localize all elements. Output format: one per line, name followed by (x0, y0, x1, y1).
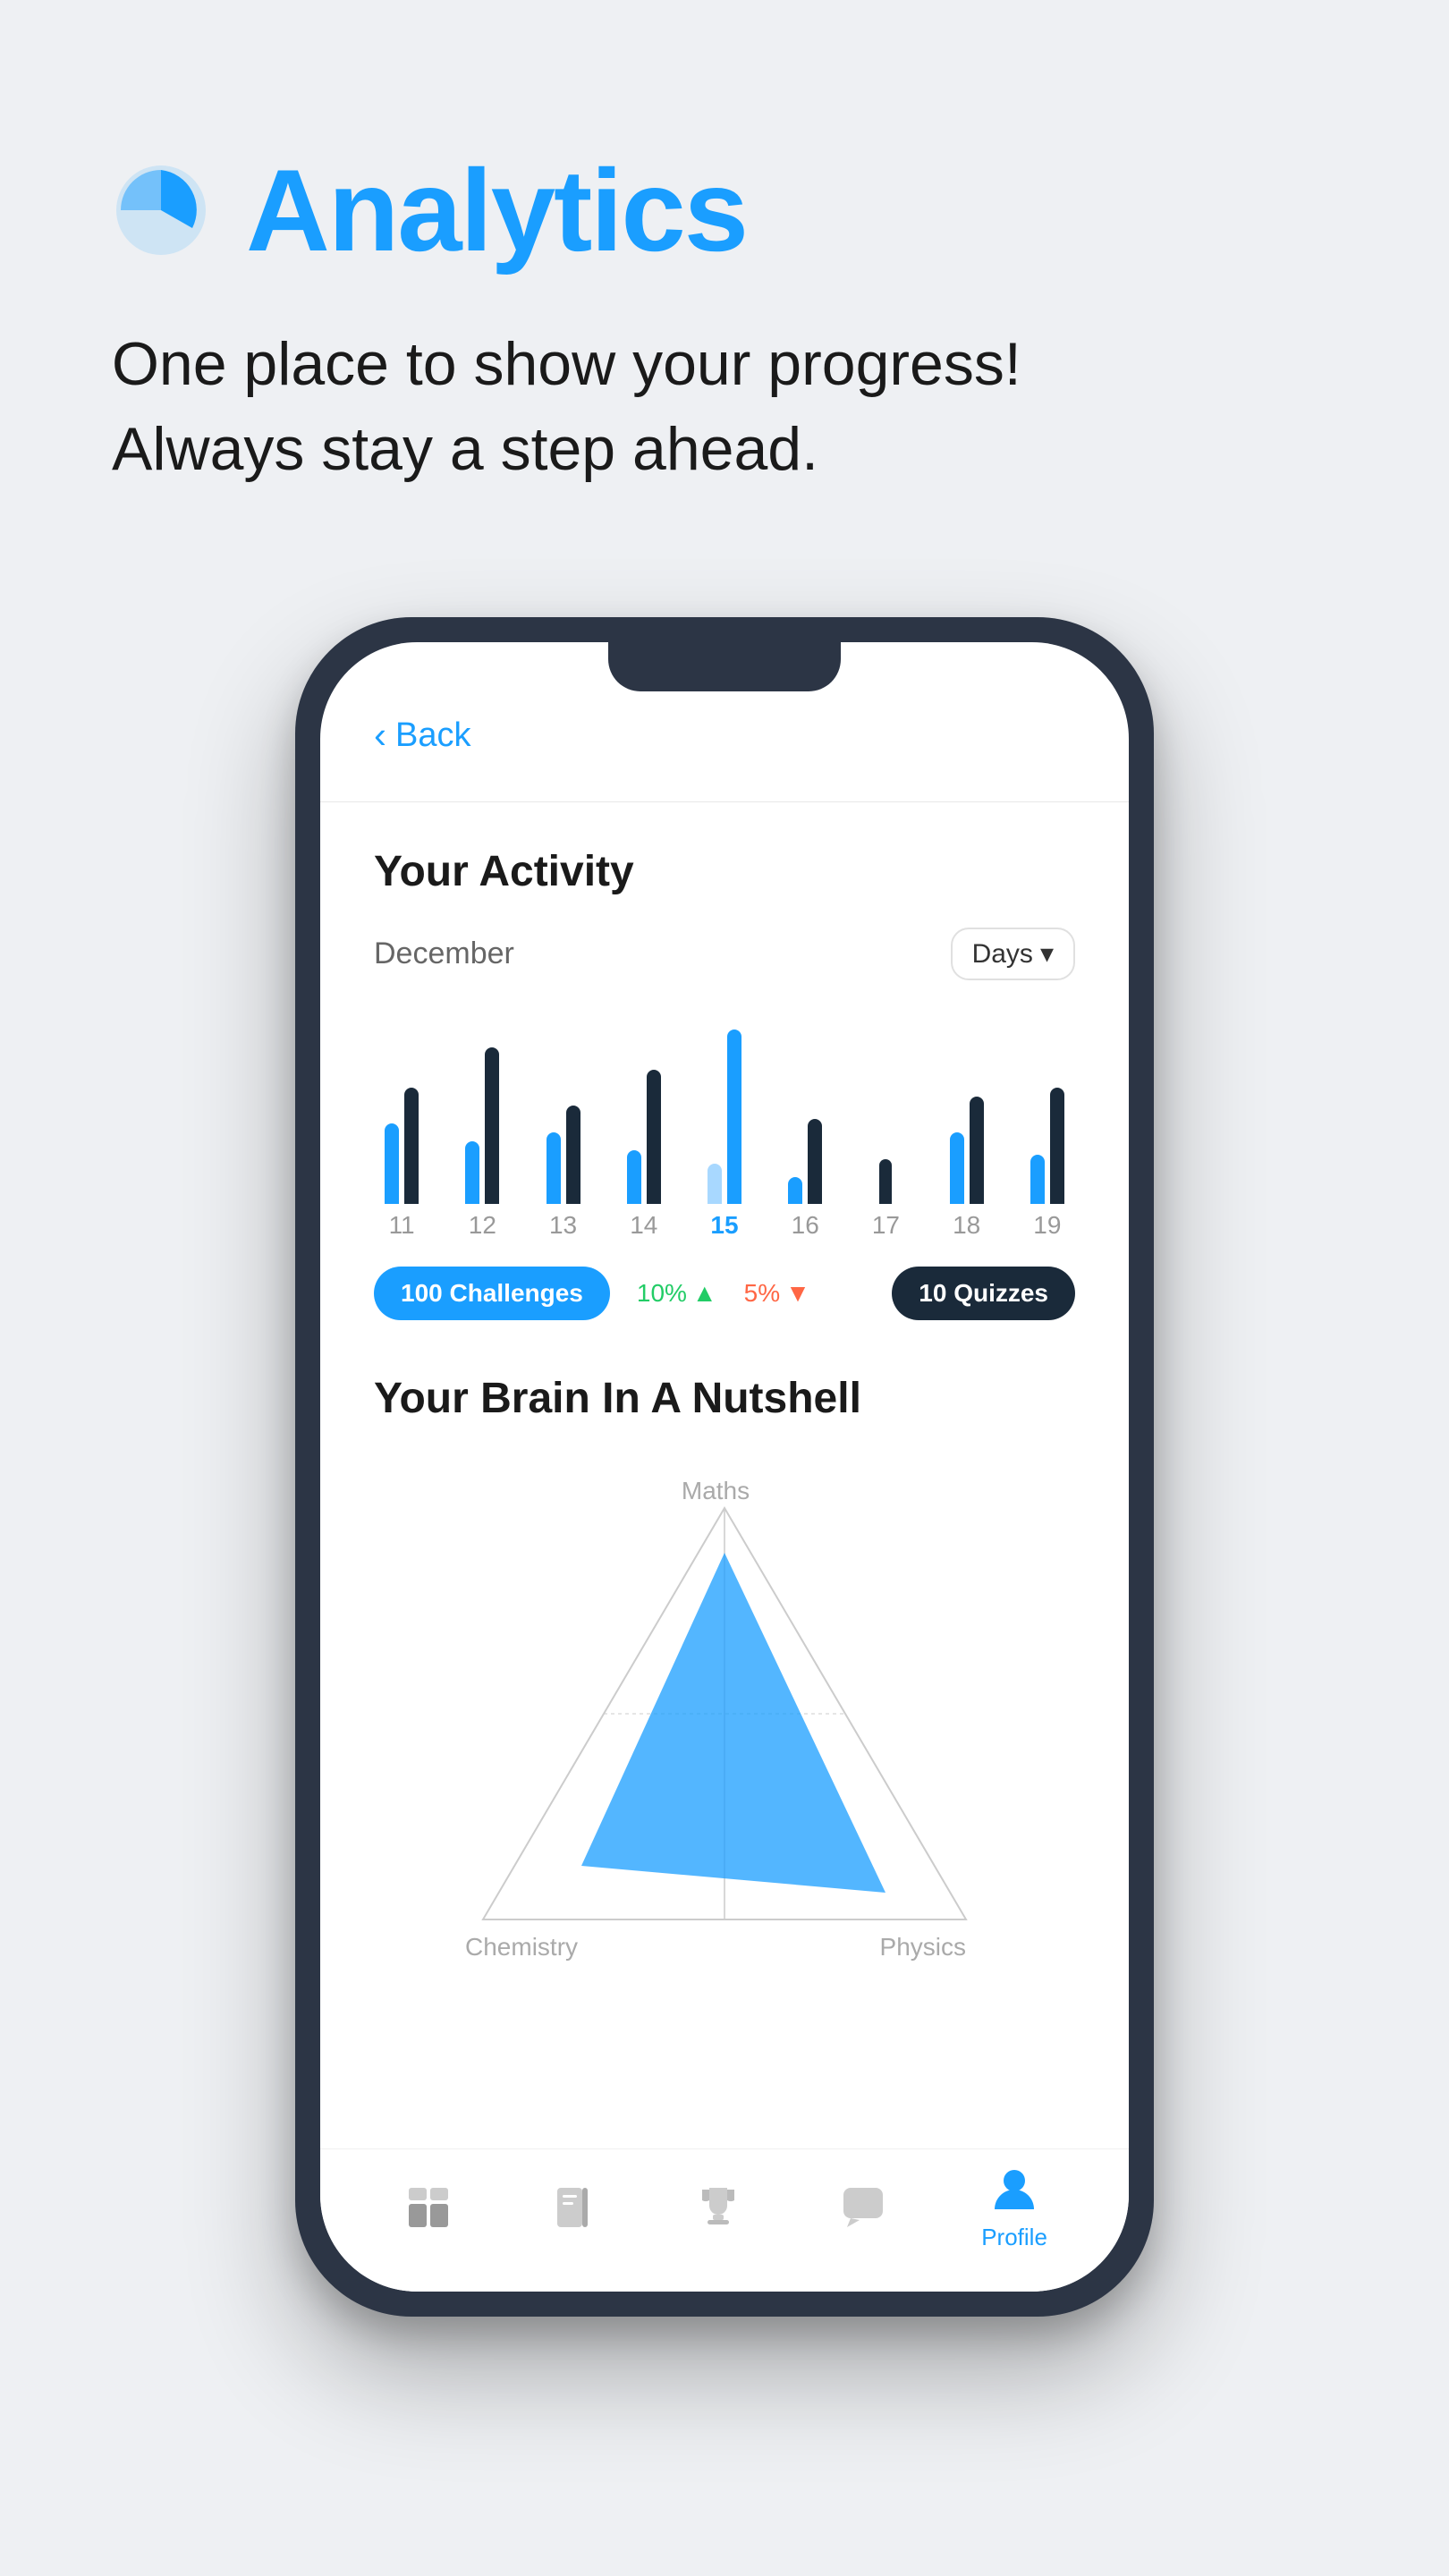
bar (950, 1132, 964, 1204)
activity-section: Your Activity December Days ▾ (374, 802, 1075, 1365)
analytics-pie-icon (112, 161, 210, 259)
header-section: Analytics One place to show your progres… (0, 0, 1449, 546)
svg-text:Maths: Maths (682, 1481, 750, 1504)
bar (465, 1141, 479, 1204)
challenges-badge: 100 Challenges (374, 1267, 610, 1320)
back-chevron-icon: ‹ (374, 714, 386, 757)
back-label: Back (395, 716, 470, 755)
bar-group-11: 11 (374, 1007, 429, 1240)
home-icon (402, 2181, 455, 2234)
phone-wrapper: ‹ Back Your Activity December Days ▾ (0, 617, 1449, 2388)
quizzes-badge: 10 Quizzes (892, 1267, 1075, 1320)
stat-up: 10% ▲ (637, 1279, 717, 1308)
bar-label: 17 (872, 1211, 900, 1240)
bar (547, 1132, 561, 1204)
page-title: Analytics (246, 143, 747, 277)
bar-group-16: 16 (777, 1007, 833, 1240)
bar-label: 14 (630, 1211, 657, 1240)
bar-group-15: 15 (697, 1007, 752, 1240)
days-selector[interactable]: Days ▾ (951, 928, 1075, 980)
chat-icon (836, 2181, 890, 2234)
bar-label: 11 (389, 1211, 415, 1240)
page-subtitle: One place to show your progress! Always … (112, 322, 1337, 492)
bar-label: 18 (953, 1211, 980, 1240)
bar-label: 15 (710, 1211, 738, 1240)
bar (485, 1047, 499, 1204)
bar (385, 1123, 399, 1204)
nav-item-home[interactable] (402, 2181, 455, 2234)
bar (970, 1097, 984, 1204)
bar-label: 16 (792, 1211, 819, 1240)
bar (627, 1150, 641, 1204)
bar (566, 1106, 580, 1204)
activity-header: December Days ▾ (374, 928, 1075, 980)
nav-item-book[interactable] (547, 2181, 600, 2234)
bar-group-18: 18 (939, 1007, 995, 1240)
bar (1050, 1088, 1064, 1204)
bar-group-14: 14 (616, 1007, 672, 1240)
profile-nav-label: Profile (981, 2224, 1047, 2251)
phone-outer: ‹ Back Your Activity December Days ▾ (295, 617, 1154, 2317)
nav-item-chat[interactable] (836, 2181, 890, 2234)
radar-svg: Maths Chemistry Physics (438, 1481, 1011, 1982)
bar (788, 1177, 802, 1204)
bar-group-12: 12 (454, 1007, 510, 1240)
stat-down: 5% ▼ (744, 1279, 810, 1308)
stats-row: 100 Challenges 10% ▲ 5% ▼ 10 Quizzes (374, 1267, 1075, 1320)
book-icon (547, 2181, 600, 2234)
bar-label: 13 (549, 1211, 577, 1240)
bar (879, 1159, 892, 1204)
brain-section: Your Brain In A Nutshell (374, 1365, 1075, 2009)
radar-chart: Maths Chemistry Physics (374, 1454, 1075, 2009)
svg-text:Physics: Physics (880, 1933, 966, 1961)
profile-icon (987, 2163, 1041, 2216)
bar (647, 1070, 661, 1204)
svg-text:Chemistry: Chemistry (465, 1933, 578, 1961)
bar (1030, 1155, 1045, 1204)
bar (808, 1119, 822, 1204)
nav-item-trophy[interactable] (691, 2181, 745, 2234)
phone-screen: ‹ Back Your Activity December Days ▾ (320, 642, 1129, 2292)
activity-title: Your Activity (374, 847, 1075, 896)
arrow-up-icon: ▲ (692, 1279, 717, 1308)
bar-label: 19 (1033, 1211, 1061, 1240)
arrow-down-icon: ▼ (785, 1279, 810, 1308)
nav-item-profile[interactable]: Profile (981, 2163, 1047, 2251)
screen-content: ‹ Back Your Activity December Days ▾ (320, 642, 1129, 2148)
title-row: Analytics (112, 143, 1337, 277)
bar (708, 1164, 722, 1204)
bar-chart: 11 12 (374, 1016, 1075, 1249)
bar-label: 12 (469, 1211, 496, 1240)
bar (727, 1030, 741, 1204)
bar (404, 1088, 419, 1204)
bar-group-19: 19 (1020, 1007, 1075, 1240)
brain-title: Your Brain In A Nutshell (374, 1374, 1075, 1423)
back-button[interactable]: ‹ Back (374, 714, 1075, 757)
month-label: December (374, 936, 514, 971)
bar-group-13: 13 (535, 1007, 590, 1240)
phone-notch (608, 642, 841, 691)
days-label: Days (972, 939, 1033, 970)
trophy-icon (691, 2181, 745, 2234)
bottom-nav: Profile (320, 2148, 1129, 2292)
bar-group-17: 17 (858, 1007, 913, 1240)
chevron-down-icon: ▾ (1040, 938, 1054, 970)
